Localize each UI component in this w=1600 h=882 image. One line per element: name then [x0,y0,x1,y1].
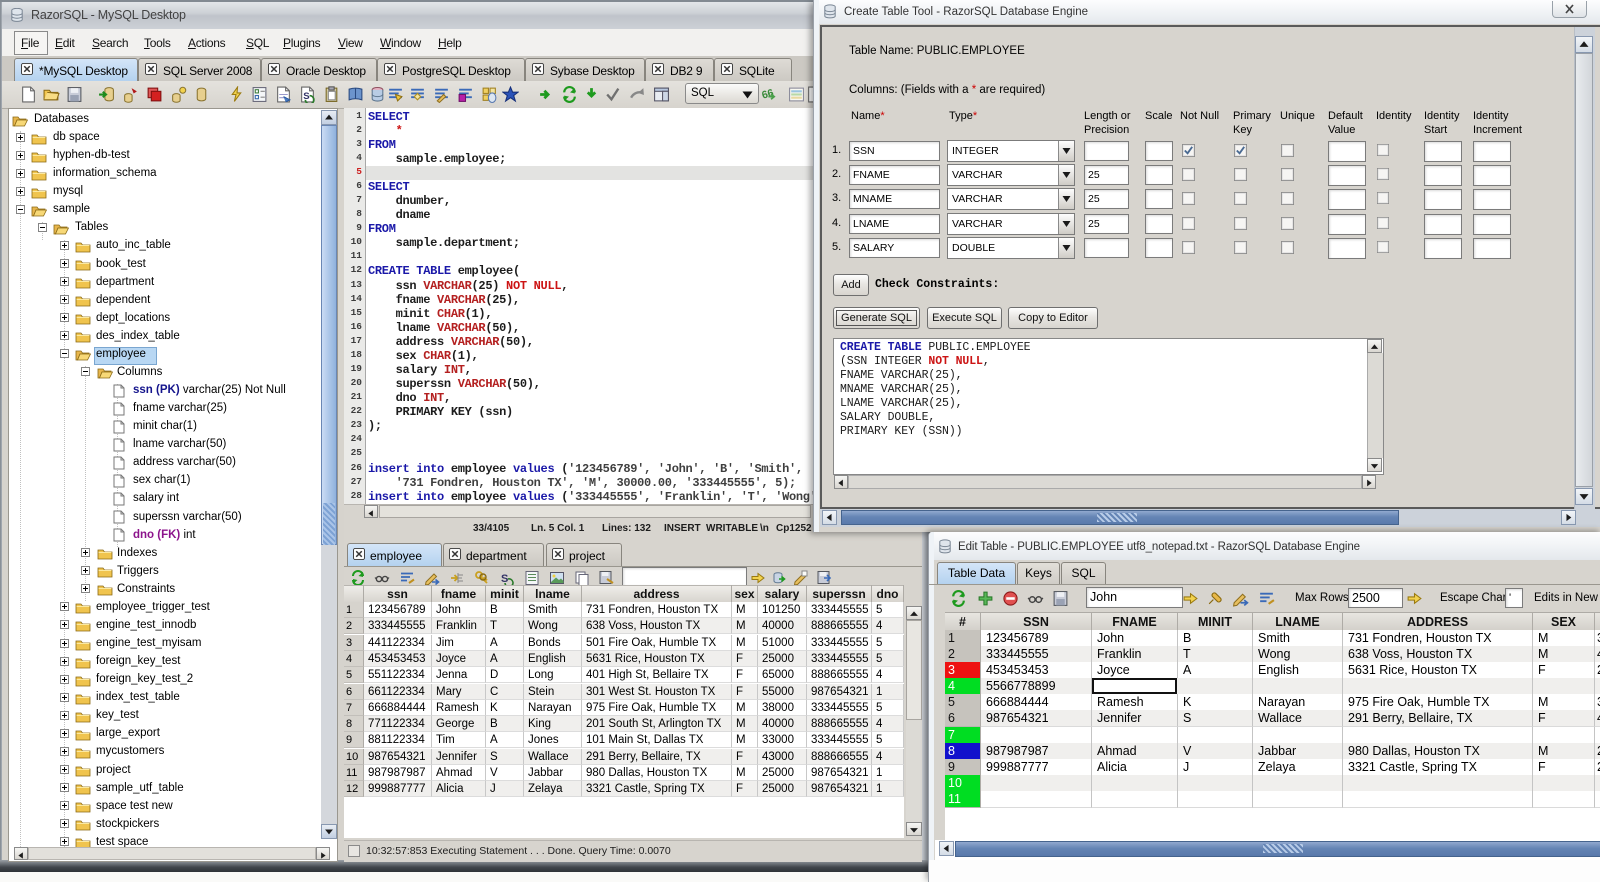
svg-text:S: S [303,91,309,102]
svg-text:66: 66 [762,87,775,102]
